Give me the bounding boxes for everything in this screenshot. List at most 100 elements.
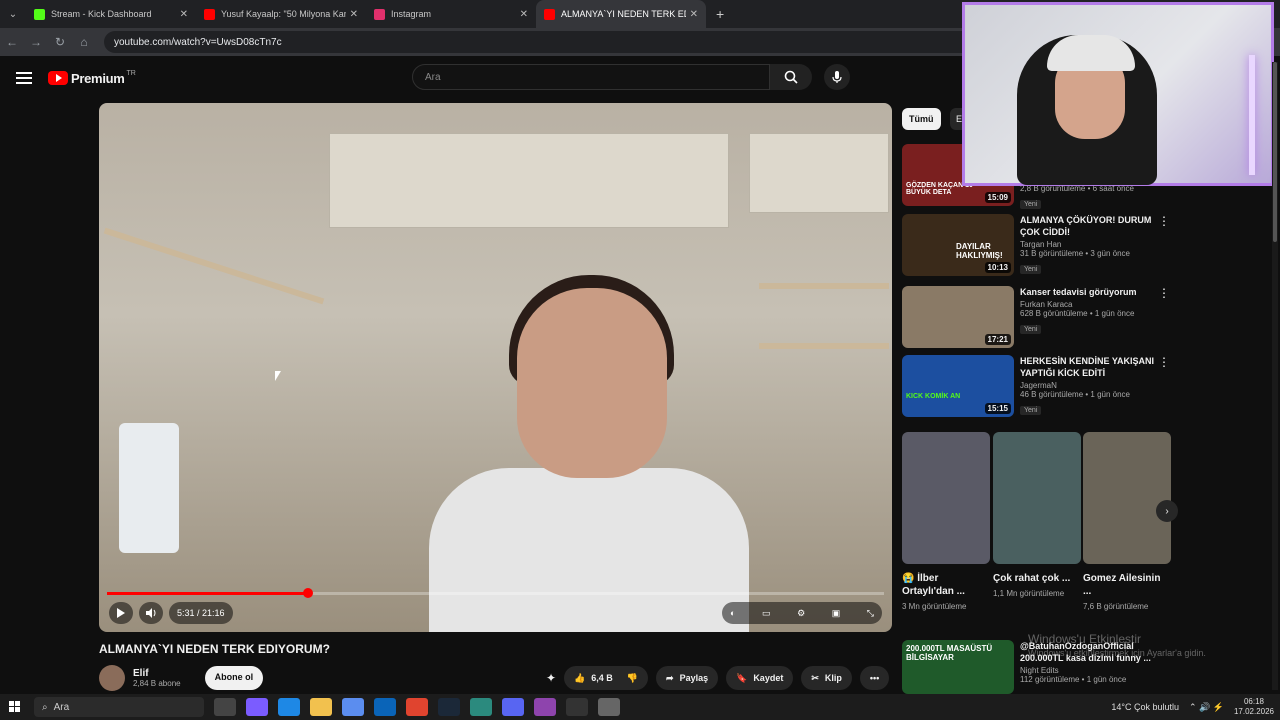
short-title[interactable]: 😭 İlber Ortaylı'dan ...: [902, 572, 990, 598]
tab-search-icon[interactable]: ⌄: [0, 0, 26, 28]
rec-channel[interactable]: JagermaN: [1020, 381, 1160, 390]
list-item[interactable]: 17:21 Kanser tedavisi görüyorum Furkan K…: [902, 286, 1172, 350]
rec-channel[interactable]: Furkan Karaca: [1020, 300, 1160, 309]
list-item[interactable]: DAYILAR HAKLIYMIŞ! 10:13 ALMANYA ÇÖKÜYOR…: [902, 214, 1172, 278]
forward-icon[interactable]: →: [24, 35, 48, 49]
autoplay-toggle-icon[interactable]: ◐: [730, 608, 735, 618]
chrome-icon[interactable]: [406, 698, 428, 716]
settings-gear-icon[interactable]: ⚙: [797, 608, 805, 619]
tab-current-video[interactable]: ALMANYA`YI NEDEN TERK EDIY ✕: [536, 0, 706, 28]
video-thumbnail[interactable]: KICK KOMİK AN 15:15: [902, 355, 1014, 417]
subscribe-button[interactable]: Abone ol: [204, 666, 264, 690]
activation-watermark-title: Windows'u Etkinleştir: [1028, 632, 1141, 646]
short-thumbnail[interactable]: [902, 432, 990, 564]
video-thumbnail[interactable]: 17:21: [902, 286, 1014, 348]
close-icon[interactable]: ✕: [690, 9, 698, 20]
sparkle-ask-icon[interactable]: ✦: [546, 671, 556, 685]
tab-youtube-kayaalp[interactable]: Yusuf Kayaalp: "50 Milyona Kar ✕: [196, 0, 366, 28]
chip-all[interactable]: Tümü: [902, 108, 941, 130]
tab-instagram[interactable]: Instagram ✕: [366, 0, 536, 28]
voice-search-button[interactable]: [824, 64, 850, 90]
rec-title[interactable]: HERKESİN KENDİNE YAKIŞANI YAPTIĞI KİCK E…: [1020, 355, 1160, 379]
menu-icon[interactable]: [16, 69, 32, 87]
close-icon[interactable]: ✕: [180, 9, 188, 20]
close-icon[interactable]: ✕: [520, 9, 528, 20]
url-field[interactable]: youtube.com/watch?v=UwsD08cTn7c: [104, 31, 984, 53]
search-input[interactable]: Ara: [412, 64, 770, 90]
rec-channel[interactable]: Night Edits: [1020, 666, 1160, 675]
rec-channel[interactable]: Targan Han: [1020, 240, 1160, 249]
list-item[interactable]: KICK KOMİK AN 15:15 HERKESİN KENDİNE YAK…: [902, 355, 1172, 419]
search-button[interactable]: [770, 64, 812, 90]
file-explorer-icon[interactable]: [310, 698, 332, 716]
discord-icon[interactable]: [502, 698, 524, 716]
share-button[interactable]: ➦ Paylaş: [656, 666, 719, 690]
task-view-icon[interactable]: [214, 698, 236, 716]
webcam-overlay: [962, 2, 1274, 186]
short-title[interactable]: Çok rahat çok ...: [993, 572, 1081, 585]
steam-icon[interactable]: [438, 698, 460, 716]
thumbnail-text: KICK KOMİK AN: [906, 393, 961, 400]
video-thumbnail[interactable]: DAYILAR HAKLIYMIŞ! 10:13: [902, 214, 1014, 276]
new-tab-icon[interactable]: +: [716, 6, 724, 22]
instagram-favicon-icon: [374, 8, 385, 20]
clock[interactable]: 06:18 17.02.2026: [1234, 697, 1274, 717]
channel-name[interactable]: Elif: [133, 668, 181, 679]
share-label: Paylaş: [679, 673, 709, 683]
video-player[interactable]: 5:31 / 21:16 ◐ ▭ ⚙ ▣ ⤡: [99, 103, 892, 632]
app-purple-icon[interactable]: [534, 698, 556, 716]
progress-bar[interactable]: [107, 588, 884, 598]
thumbs-down-icon[interactable]: 👎: [627, 673, 638, 684]
subtitles-icon[interactable]: ▭: [762, 608, 771, 619]
short-title[interactable]: Gomez Ailesinin ...: [1083, 572, 1171, 598]
fullscreen-icon[interactable]: ⤡: [867, 608, 874, 619]
back-icon[interactable]: ←: [0, 35, 24, 49]
page-scrollbar[interactable]: [1272, 62, 1278, 690]
like-button[interactable]: 👍 6,4 B 👎: [564, 666, 649, 690]
scrollbar-thumb[interactable]: [1273, 62, 1277, 242]
short-thumbnail[interactable]: [1083, 432, 1171, 564]
reload-icon[interactable]: ↻: [48, 35, 72, 49]
home-icon[interactable]: ⌂: [72, 35, 96, 49]
weather-text[interactable]: 14°C Çok bulutlu: [1111, 702, 1179, 712]
windows-taskbar: ⌕ Ara 14°C Çok bulutlu ⌃ 🔊 ⚡ 06:18 17.02…: [0, 694, 1280, 720]
youtube-logo[interactable]: Premium TR: [48, 70, 136, 86]
taskbar-search[interactable]: ⌕ Ara: [34, 697, 204, 717]
clip-button[interactable]: ✂ Klip: [801, 666, 852, 690]
channel-avatar[interactable]: [99, 665, 125, 691]
subscriber-count: 2,84 B abone: [133, 679, 181, 688]
more-vert-icon[interactable]: ⋮: [1158, 355, 1170, 369]
obs-icon[interactable]: [566, 698, 588, 716]
miniplayer-icon[interactable]: ▣: [832, 608, 841, 619]
more-vert-icon[interactable]: ⋮: [1158, 286, 1170, 300]
tab-kick-dashboard[interactable]: Stream - Kick Dashboard ✕: [26, 0, 196, 28]
volume-button[interactable]: [139, 602, 163, 624]
close-icon[interactable]: ✕: [350, 9, 358, 20]
play-button[interactable]: [109, 602, 133, 624]
rec-title[interactable]: Kanser tedavisi görüyorum: [1020, 286, 1160, 298]
rec-title[interactable]: ALMANYA ÇÖKÜYOR! DURUM ÇOK CİDDİ!: [1020, 214, 1160, 238]
search-icon: ⌕: [42, 701, 48, 713]
edge-icon[interactable]: [278, 698, 300, 716]
shorts-next-button[interactable]: ›: [1156, 500, 1178, 522]
more-actions-button[interactable]: •••: [859, 666, 890, 690]
store-icon[interactable]: [342, 698, 364, 716]
short-meta: 1,1 Mn görüntüleme: [993, 589, 1065, 598]
channel-row: Elif 2,84 B abone Abone ol: [99, 664, 264, 692]
copilot-icon[interactable]: [246, 698, 268, 716]
search-icon: [784, 70, 798, 84]
progress-scrubber[interactable]: [303, 588, 314, 598]
microphone-icon: [832, 71, 842, 83]
url-text: youtube.com/watch?v=UwsD08cTn7c: [114, 36, 282, 48]
app-window-icon[interactable]: [598, 698, 620, 716]
tray-icons[interactable]: ⌃ 🔊 ⚡: [1189, 702, 1224, 713]
video-thumbnail[interactable]: 200.000TL MASAÜSTÜ BİLGİSAYAR: [902, 640, 1014, 694]
short-thumbnail[interactable]: [993, 432, 1081, 564]
save-button[interactable]: 🔖 Kaydet: [726, 666, 794, 690]
more-vert-icon[interactable]: ⋮: [1158, 214, 1170, 228]
app-icon[interactable]: [470, 698, 492, 716]
windows-start-icon[interactable]: [0, 701, 30, 713]
outlook-icon[interactable]: [374, 698, 396, 716]
shorts-shelf: 😭 İlber Ortaylı'dan ... 3 Mn görüntüleme…: [902, 432, 1172, 632]
channel-info: Elif 2,84 B abone: [133, 668, 181, 688]
